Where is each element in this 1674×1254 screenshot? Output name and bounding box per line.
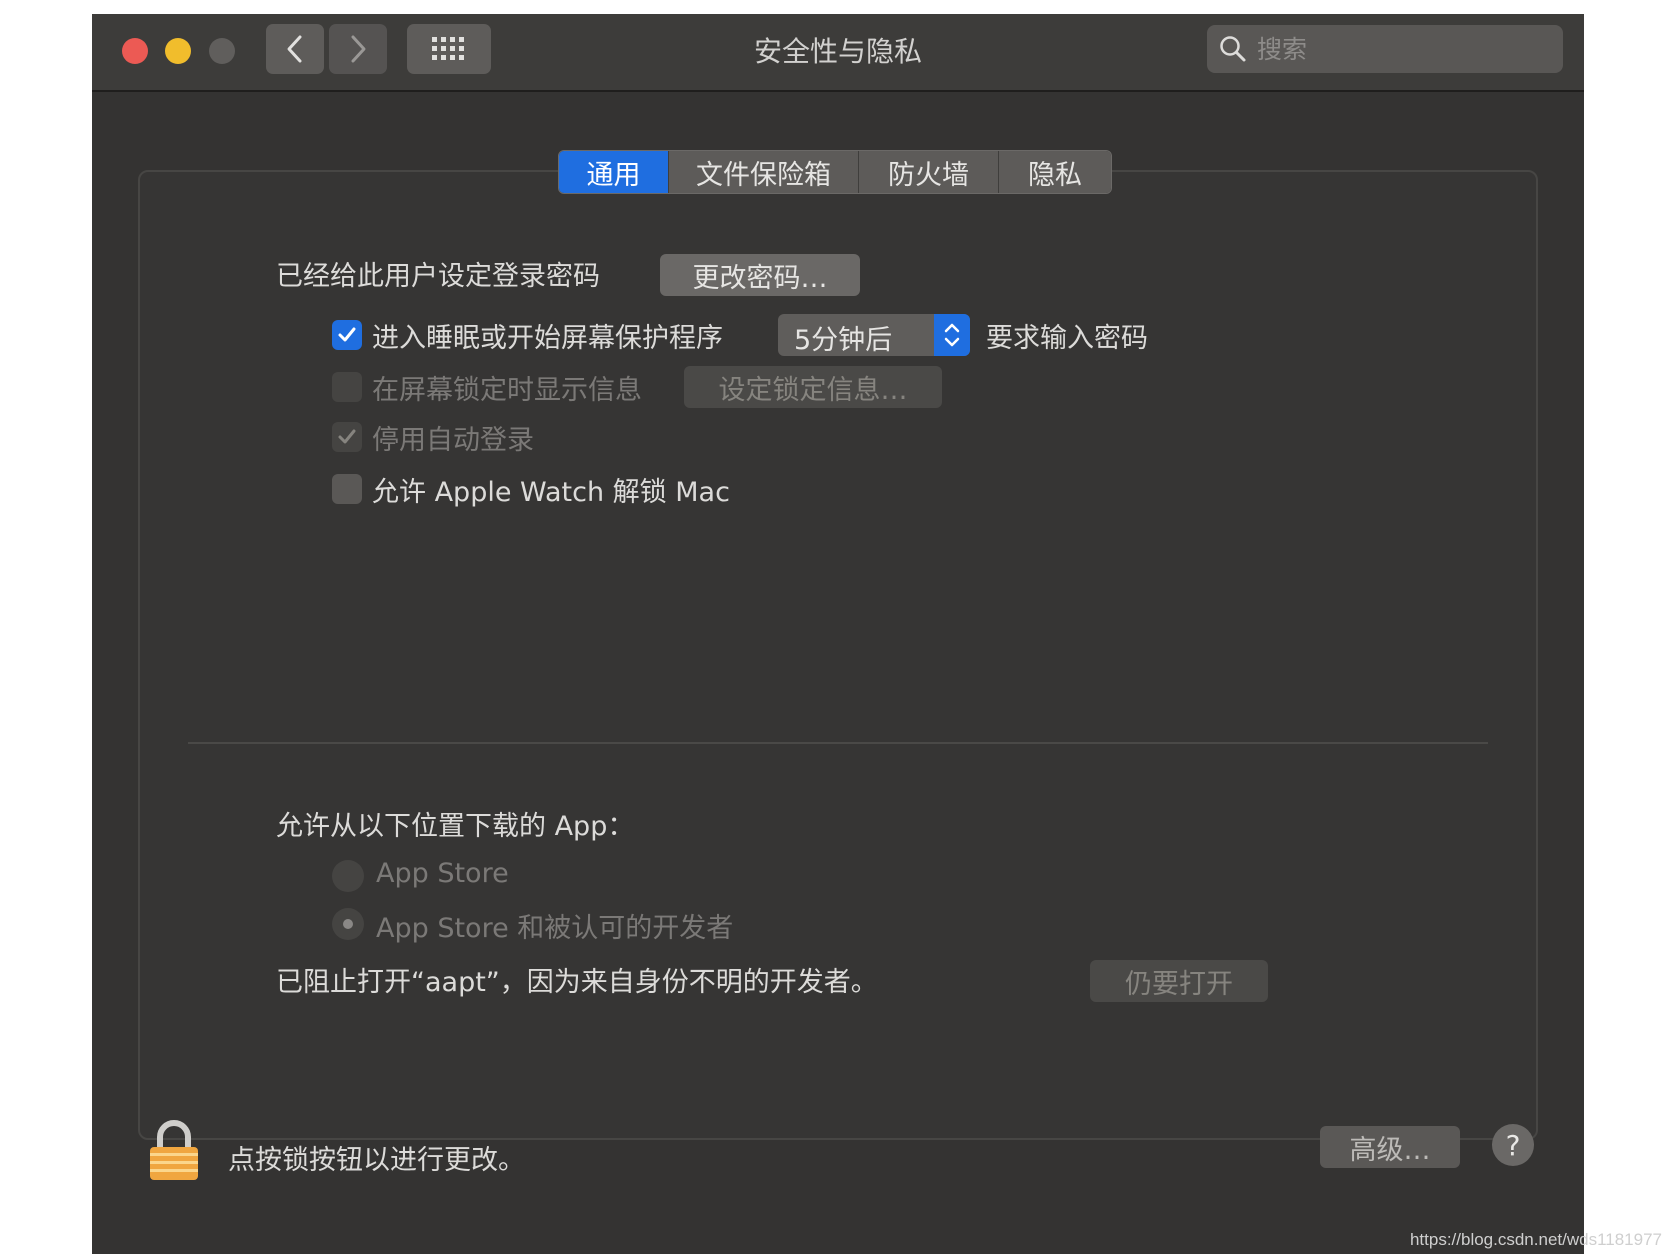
title-bar: 安全性与隐私 (92, 14, 1584, 92)
apple-watch-label: 允许 Apple Watch 解锁 Mac (372, 477, 730, 508)
require-password-suffix: 要求输入密码 (986, 323, 1148, 354)
tab-filevault[interactable]: 文件保险箱 (669, 151, 859, 193)
password-set-label: 已经给此用户设定登录密码 (276, 261, 600, 292)
downloads-heading: 允许从以下位置下载的 App： (276, 811, 635, 842)
tab-general[interactable]: 通用 (559, 151, 669, 193)
apple-watch-checkbox[interactable] (332, 474, 362, 504)
help-button[interactable]: ? (1492, 1124, 1534, 1166)
tab-privacy[interactable]: 隐私 (999, 151, 1111, 193)
checkmark-icon (338, 327, 356, 342)
radio-app-store-label: App Store (376, 858, 509, 889)
padlock-icon (150, 1120, 198, 1180)
disable-auto-login-label: 停用自动登录 (372, 425, 534, 456)
blocked-app-message: 已阻止打开“aapt”，因为来自身份不明的开发者。 (276, 967, 878, 998)
preferences-window: 安全性与隐私 通用 文件保险箱 防火墙 隐私 已经给此用户设定登录密码 更改密码… (92, 14, 1584, 1254)
require-password-label: 进入睡眠或开始屏幕保护程序 (372, 323, 723, 354)
stepper-arrows-icon (934, 314, 970, 356)
radio-selected-dot (343, 919, 353, 929)
section-divider (188, 742, 1488, 744)
change-password-button[interactable]: 更改密码… (660, 254, 860, 296)
tab-firewall[interactable]: 防火墙 (859, 151, 999, 193)
password-delay-select[interactable]: 5分钟后 (778, 314, 970, 356)
search-input[interactable] (1257, 31, 1547, 67)
disable-auto-login-checkbox[interactable] (332, 422, 362, 452)
radio-app-store-identified-label: App Store 和被认可的开发者 (376, 913, 734, 944)
show-message-checkbox[interactable] (332, 372, 362, 402)
search-icon (1220, 36, 1246, 62)
set-lock-message-button[interactable]: 设定锁定信息… (684, 366, 942, 408)
show-message-label: 在屏幕锁定时显示信息 (372, 375, 642, 406)
lock-button[interactable] (148, 1120, 200, 1186)
password-delay-value: 5分钟后 (794, 325, 893, 356)
radio-app-store-identified[interactable] (332, 908, 364, 940)
open-anyway-button[interactable]: 仍要打开 (1090, 960, 1268, 1002)
require-password-checkbox[interactable] (332, 320, 362, 350)
watermark-text: https://blog.csdn.net/wds1181977 (1409, 1230, 1662, 1249)
tab-bar: 通用 文件保险箱 防火墙 隐私 (558, 150, 1112, 194)
search-field[interactable] (1207, 25, 1563, 73)
lock-message: 点按锁按钮以进行更改。 (228, 1145, 525, 1176)
radio-app-store[interactable] (332, 860, 364, 892)
advanced-button[interactable]: 高级… (1320, 1126, 1460, 1168)
checkmark-icon (338, 429, 356, 444)
